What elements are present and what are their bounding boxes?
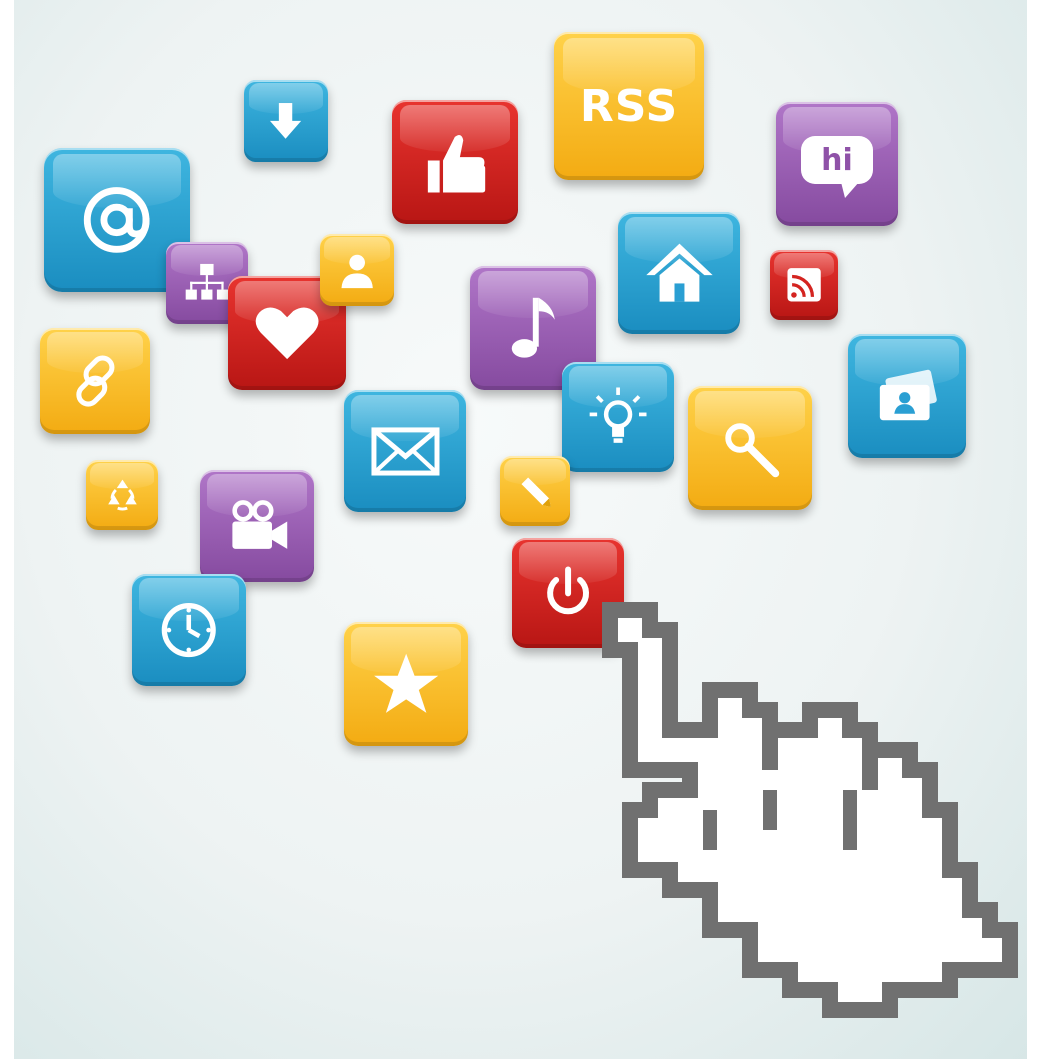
mail-icon [370,426,440,476]
thumbs-up-icon [428,134,486,193]
refresh-tile[interactable] [86,460,158,530]
app-icons-illustration: RSS hi [0,0,1041,1059]
search-icon [725,423,780,478]
user-icon [341,254,373,288]
like-tile[interactable] [392,100,518,224]
star-icon [373,653,439,713]
feed-tile[interactable] [770,250,838,320]
pixel-hand-cursor-icon [602,602,1018,1018]
heart-icon [255,307,319,360]
clock-icon [161,602,217,658]
clock-tile[interactable] [132,574,246,686]
chat-bubble-icon: hi [801,136,873,198]
video-camera-icon [232,500,288,549]
search-tile[interactable] [688,386,812,510]
link-icon [75,355,115,407]
lightbulb-icon [589,387,647,443]
sitemap-icon [185,264,229,300]
contacts-tile[interactable] [848,334,966,458]
home-tile[interactable] [618,212,740,334]
mail-tile[interactable] [344,390,466,512]
music-note-icon [511,297,555,358]
rss-text-icon: RSS [579,80,679,132]
chat-tile[interactable]: hi [776,102,898,226]
idea-tile[interactable] [562,362,674,472]
chat-label: hi [821,142,853,178]
rss-tile[interactable]: RSS [554,32,704,180]
pencil-icon [521,477,552,508]
download-icon [270,103,302,139]
download-tile[interactable] [244,80,328,162]
at-sign-icon [84,187,150,253]
profile-tile[interactable] [320,234,394,306]
wifi-feed-icon [787,268,821,302]
home-icon [645,243,713,302]
video-tile[interactable] [200,470,314,582]
recycle-icon [107,479,137,511]
contact-card-icon [879,369,937,421]
link-tile[interactable] [40,328,150,434]
star-tile[interactable] [344,622,468,746]
left-border [0,0,14,1059]
edit-tile[interactable] [500,456,570,526]
